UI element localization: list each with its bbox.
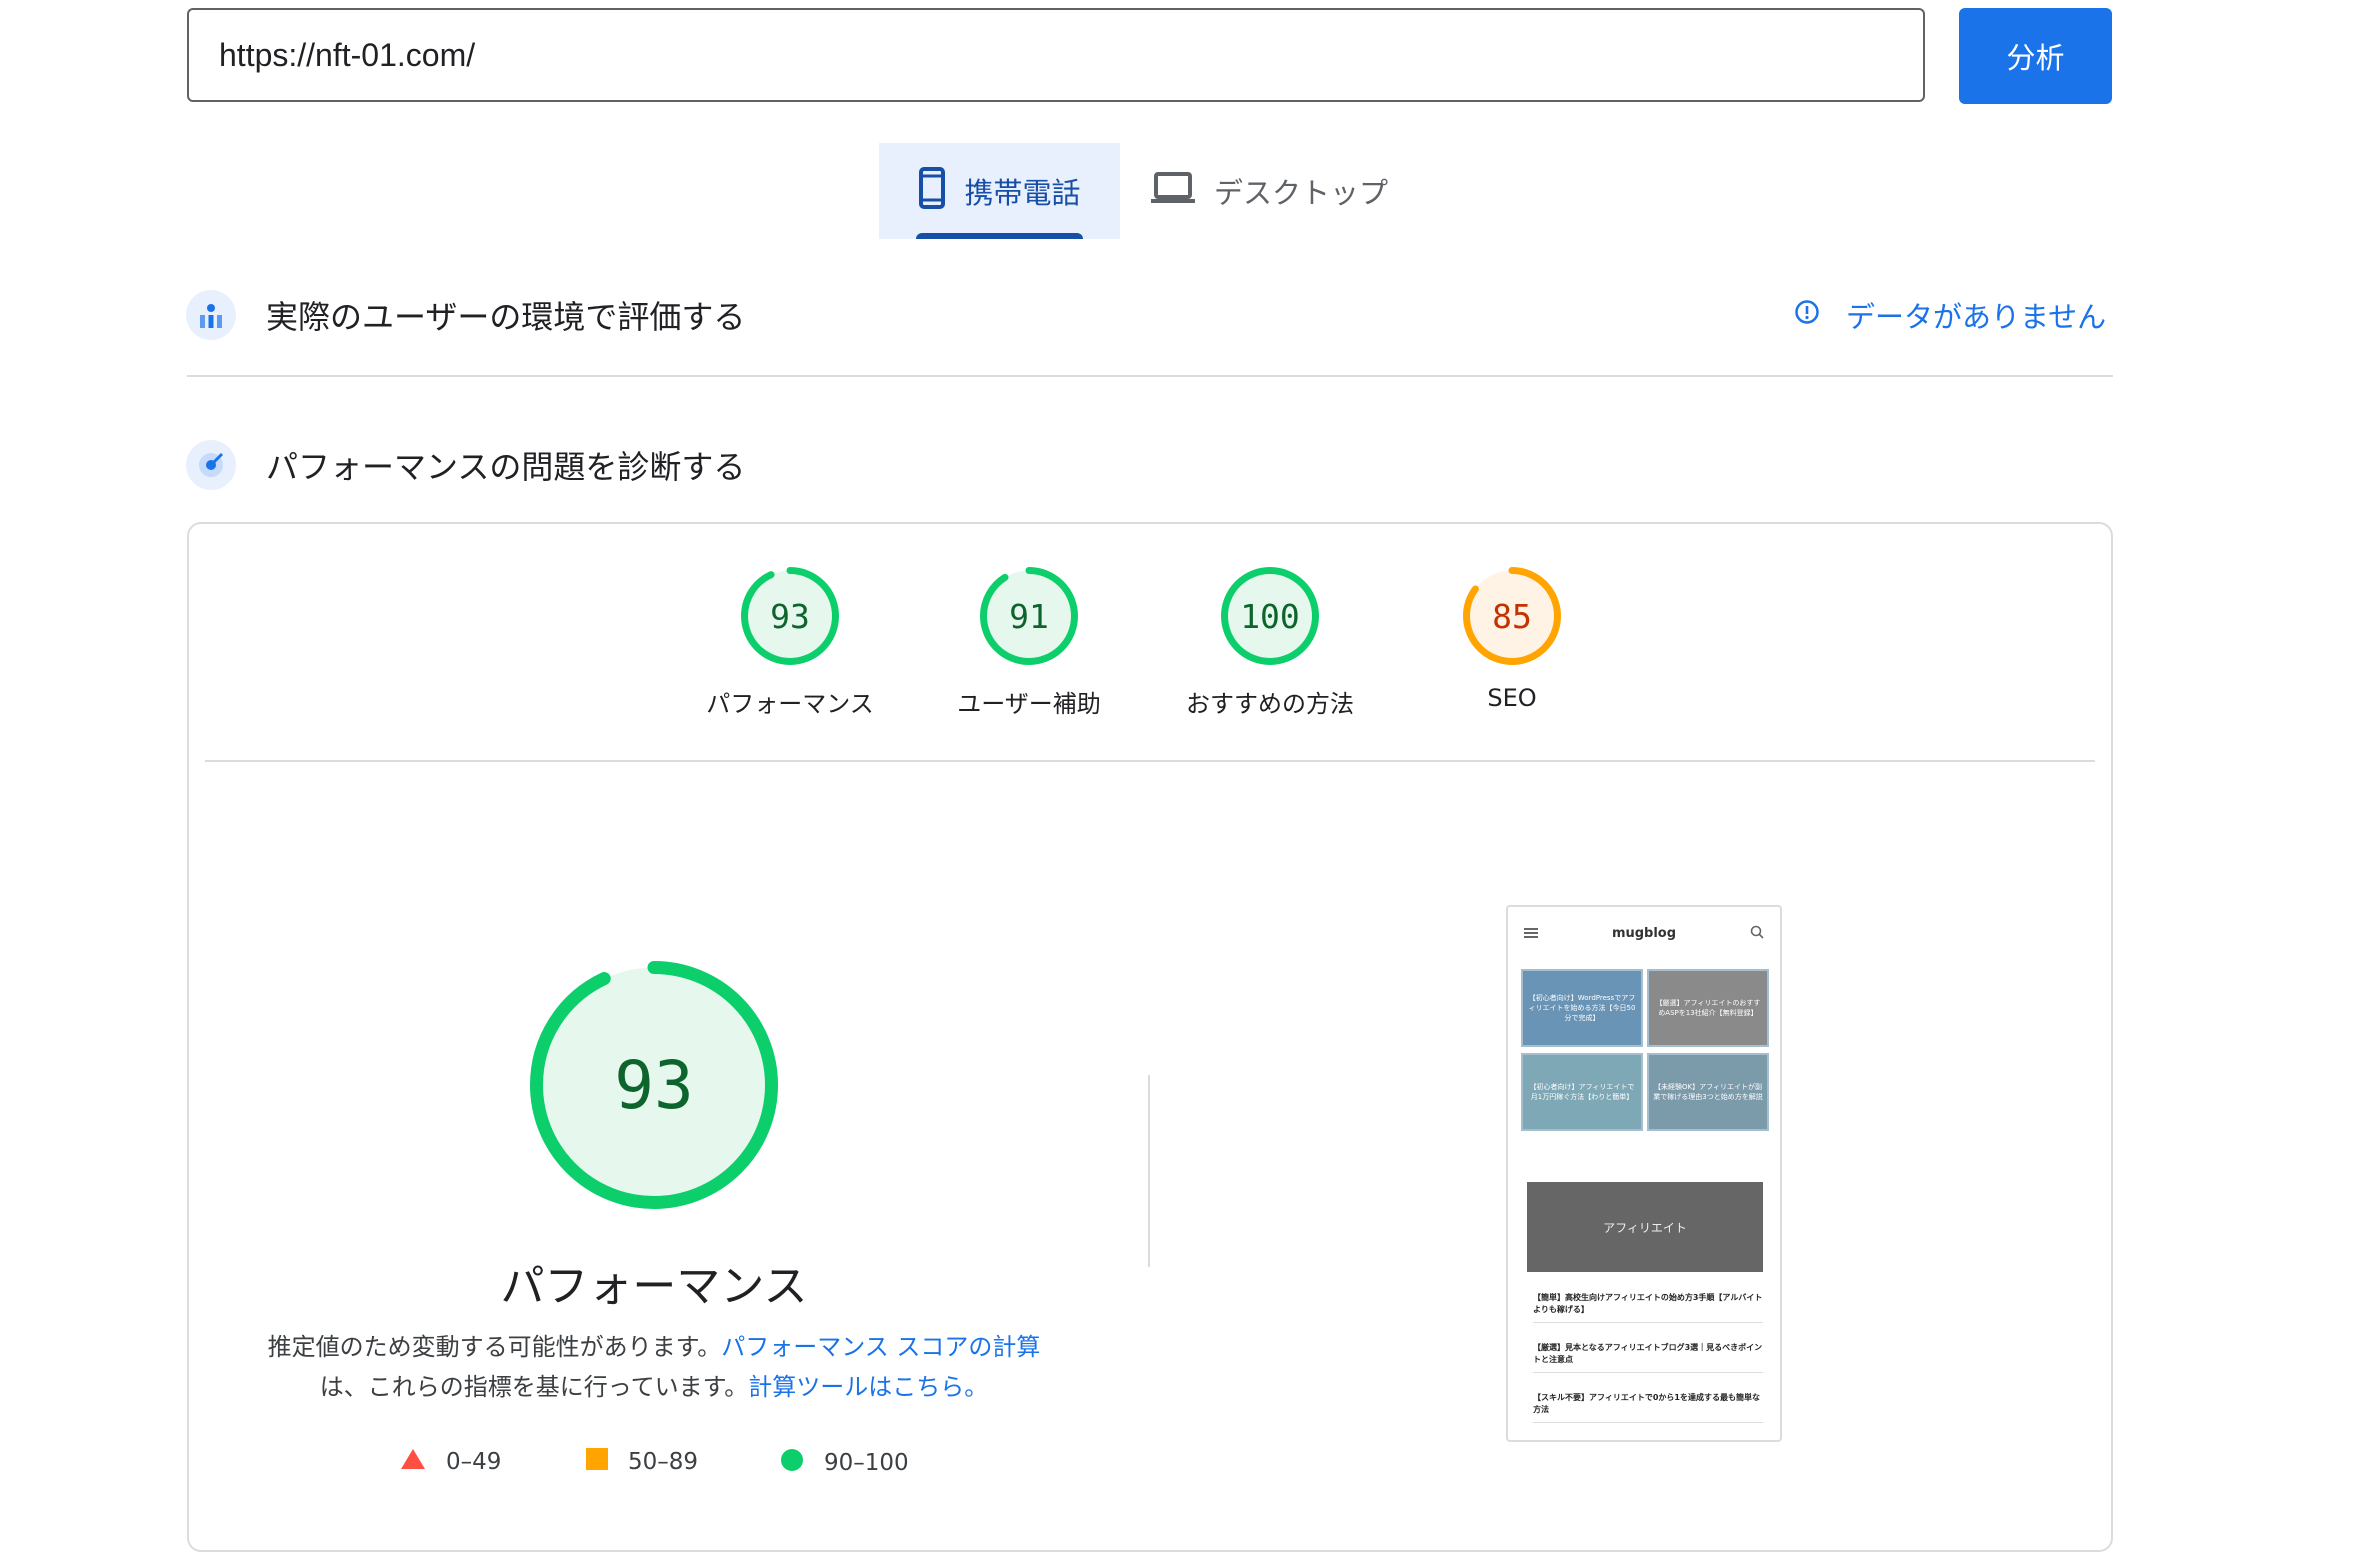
desc-text-1: 推定値のため変動する可能性があります。 <box>267 1333 722 1361</box>
score-gauge-performance[interactable]: 93 パフォーマンス <box>690 566 890 719</box>
preview-header: mugblog <box>1508 907 1780 959</box>
legend-good: 90–100 <box>780 1448 909 1478</box>
laptop-icon <box>1150 171 1196 212</box>
gauge-label: おすすめの方法 <box>1186 690 1354 718</box>
gauge-score: 85 <box>1492 596 1532 636</box>
triangle-icon <box>400 1448 426 1476</box>
performance-description: 推定値のため変動する可能性があります。パフォーマンス スコアの計算 は、これらの… <box>220 1327 1088 1407</box>
legend-label: 0–49 <box>446 1449 502 1475</box>
performance-title: パフォーマンス <box>500 1261 808 1312</box>
gauge-score: 100 <box>1240 596 1300 636</box>
url-input[interactable] <box>187 8 1925 102</box>
tab-mobile-label: 携帯電話 <box>964 176 1081 210</box>
field-data-title: 実際のユーザーの環境で評価する <box>266 298 746 336</box>
score-gauge-seo[interactable]: 85 SEO <box>1412 566 1612 712</box>
menu-icon <box>1524 924 1538 943</box>
preview-post: 【スキル不要】アフィリエイトで0から1を達成する最も簡単な方法 <box>1533 1392 1763 1423</box>
preview-hero-image: アフィリエイト <box>1527 1182 1763 1272</box>
performance-score: 93 <box>614 1046 694 1124</box>
diagnose-icon <box>186 440 236 490</box>
legend-label: 50–89 <box>628 1449 699 1475</box>
desc-text-2: は、これらの指標を基に行っています。 <box>319 1373 749 1401</box>
info-icon <box>1794 298 1820 332</box>
gauge-score: 91 <box>1009 596 1049 636</box>
search-icon <box>1750 924 1764 943</box>
preview-post: 【簡単】高校生向けアフィリエイトの始め方3手順【アルバイトよりも稼げる】 <box>1533 1292 1763 1323</box>
field-data-icon <box>186 290 236 340</box>
score-calculation-link[interactable]: パフォーマンス スコアの計算 <box>721 1333 1040 1361</box>
tab-desktop[interactable]: デスクトップ <box>1150 143 1410 239</box>
preview-site-name: mugblog <box>1611 925 1677 941</box>
circle-icon <box>780 1448 804 1478</box>
active-tab-indicator <box>916 233 1083 239</box>
calculator-link[interactable]: 計算ツールはこちら。 <box>748 1373 988 1401</box>
gauge-score: 93 <box>770 596 810 636</box>
gauge-label: ユーザー補助 <box>957 690 1101 718</box>
preview-post: 【厳選】見本となるアフィリエイトブログ3選｜見るべきポイントと注意点 <box>1533 1342 1763 1373</box>
no-data-label: データがありません <box>1846 300 2107 334</box>
diagnose-title: パフォーマンスの問題を診断する <box>266 448 746 486</box>
preview-thumb: 【厳選】アフィリエイトのおすすめASPを13社紹介【無料登録】 <box>1647 969 1769 1047</box>
square-icon <box>586 1448 608 1476</box>
no-data-link[interactable]: データがありません <box>1794 294 2106 336</box>
page-screenshot-preview: mugblog 【初心者向け】WordPressでアフィリエイトを始める方法【今… <box>1506 905 1782 1442</box>
analyze-button[interactable]: 分析 <box>1959 8 2112 104</box>
performance-gauge: 93 <box>529 960 779 1210</box>
section-divider <box>187 375 2113 377</box>
legend-average: 50–89 <box>586 1448 698 1476</box>
legend-label: 90–100 <box>824 1450 909 1476</box>
vertical-separator <box>1148 1075 1150 1267</box>
score-gauge-accessibility[interactable]: 91 ユーザー補助 <box>929 566 1129 719</box>
score-gauge-best-practices[interactable]: 100 おすすめの方法 <box>1170 566 1370 719</box>
gauge-label: パフォーマンス <box>706 690 874 718</box>
gauge-label: SEO <box>1487 684 1537 712</box>
gauges-divider <box>205 760 2095 762</box>
tab-desktop-label: デスクトップ <box>1214 176 1389 210</box>
tab-mobile[interactable]: 携帯電話 <box>879 143 1120 239</box>
smartphone-icon <box>918 166 946 216</box>
preview-thumb: 【初心者向け】アフィリエイトで月1万円稼ぐ方法【わりと簡単】 <box>1521 1053 1643 1131</box>
preview-thumb: 【未経験OK】アフィリエイトが副業で稼げる理由3つと始め方を解説 <box>1647 1053 1769 1131</box>
preview-thumb: 【初心者向け】WordPressでアフィリエイトを始める方法【今日50分で完成】 <box>1521 969 1643 1047</box>
legend-poor: 0–49 <box>400 1448 501 1476</box>
